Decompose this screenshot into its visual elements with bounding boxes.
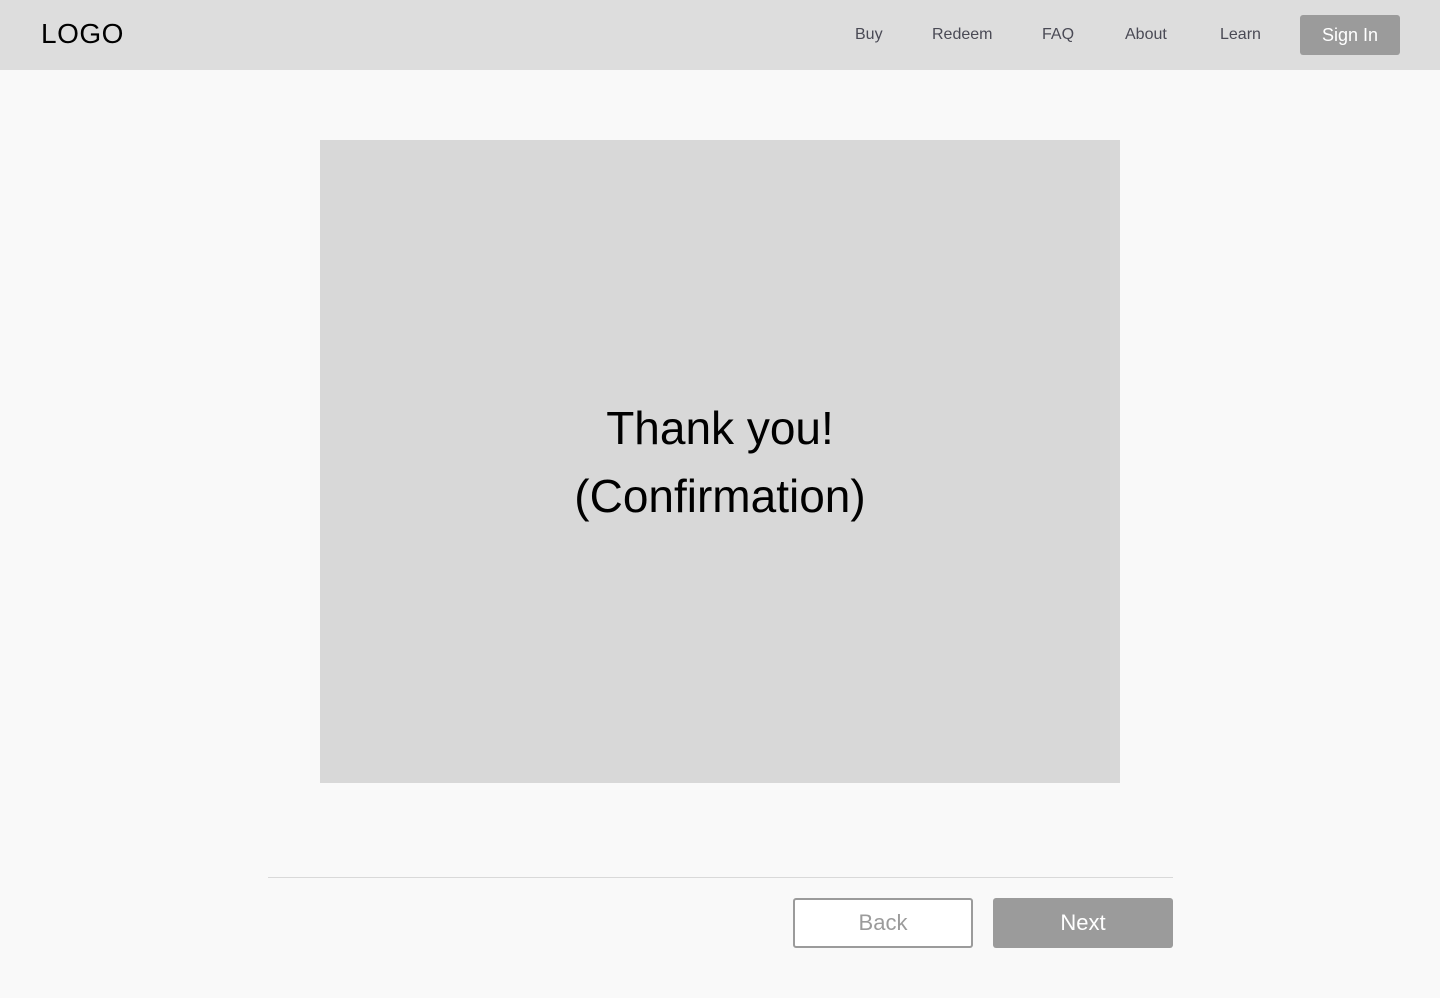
- nav-link-faq[interactable]: FAQ: [1042, 24, 1074, 46]
- page: LOGO Buy Redeem FAQ About Learn Sign In …: [0, 0, 1440, 998]
- nav-link-about[interactable]: About: [1125, 24, 1167, 46]
- nav-link-redeem[interactable]: Redeem: [932, 24, 992, 46]
- next-button[interactable]: Next: [993, 898, 1173, 948]
- confirmation-title: Thank you!: [606, 401, 834, 454]
- top-nav-bar: LOGO Buy Redeem FAQ About Learn Sign In: [0, 0, 1440, 70]
- confirmation-subtitle: (Confirmation): [574, 469, 866, 522]
- logo[interactable]: LOGO: [41, 17, 124, 51]
- sign-in-button[interactable]: Sign In: [1300, 15, 1400, 55]
- nav-link-learn[interactable]: Learn: [1220, 24, 1261, 46]
- nav-link-buy[interactable]: Buy: [855, 24, 883, 46]
- footer-divider: [268, 877, 1173, 878]
- confirmation-panel: Thank you! (Confirmation): [320, 140, 1120, 783]
- back-button[interactable]: Back: [793, 898, 973, 948]
